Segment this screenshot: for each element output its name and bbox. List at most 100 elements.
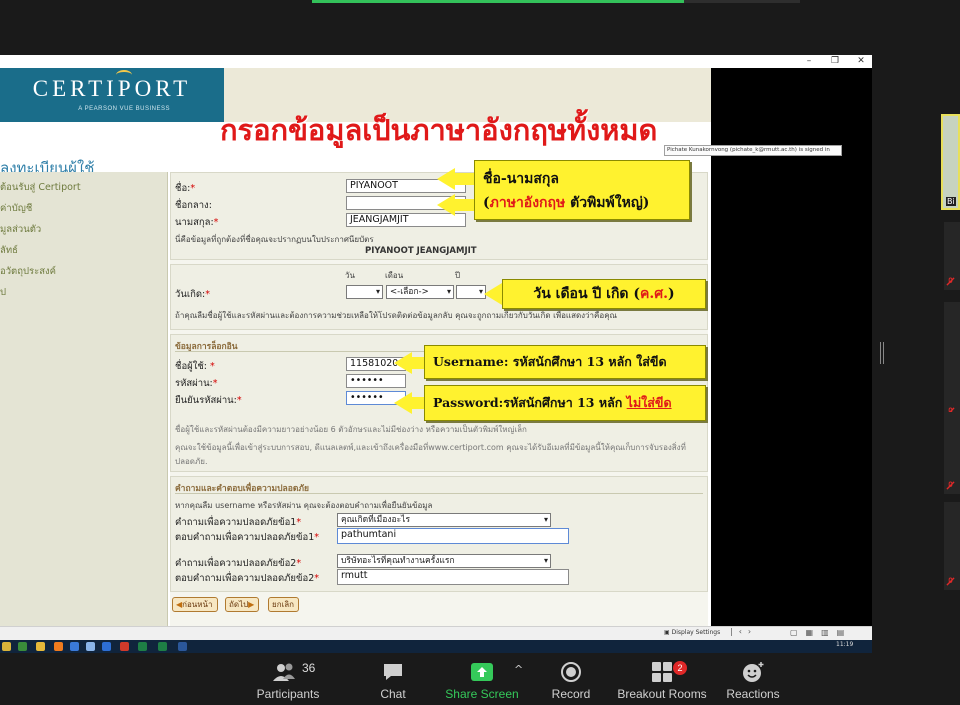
year-select[interactable]: ▾ <box>456 285 486 299</box>
chat-icon <box>343 661 443 683</box>
taskbar-app-icon[interactable] <box>54 642 63 651</box>
password-label: รหัสผ่าน:* <box>175 378 218 389</box>
share-screen-button[interactable]: Share Screen <box>432 653 532 701</box>
month-header: เดือน <box>385 271 404 280</box>
taskbar-app-icon[interactable] <box>158 642 167 651</box>
sidebar: ต้อนรับสู่ Certiport ค่าบัญชี มูลส่วนตัว… <box>0 172 168 626</box>
chat-label: Chat <box>380 687 406 701</box>
display-settings-link[interactable]: ▣ Display Settings <box>664 629 720 636</box>
sidebar-item-rights[interactable]: ลัทธ์ <box>0 243 18 258</box>
login-note-3: ปลอดภัย. <box>175 457 208 466</box>
chevron-down-icon: ▾ <box>478 287 483 296</box>
day-select[interactable]: ▾ <box>346 285 383 299</box>
birthdate-label: วันเกิด:* <box>175 289 210 300</box>
password-field[interactable]: •••••• <box>346 374 406 388</box>
registration-page: CERTIPORT A PEARSON VUE BUSINESS กรอกข้อ… <box>0 68 711 626</box>
participant-thumbnail[interactable]: Bi <box>941 114 960 210</box>
taskbar-folder-icon[interactable] <box>36 642 45 651</box>
participants-icon: 36 <box>238 661 338 683</box>
question-1-select[interactable]: คุณเกิดที่เมืองอะไร ▾ <box>337 513 551 527</box>
chevron-down-icon: ▾ <box>543 515 548 524</box>
certiport-logo[interactable]: CERTIPORT A PEARSON VUE BUSINESS <box>0 68 224 122</box>
confirm-password-label: ยืนยันรหัสผ่าน:* <box>175 395 242 406</box>
participant-tile[interactable] <box>944 502 960 590</box>
sidebar-item-account[interactable]: ค่าบัญชี <box>0 201 32 216</box>
arrow-right-icon: ▶ <box>248 600 255 609</box>
taskbar-app-icon[interactable] <box>18 642 27 651</box>
next-button[interactable]: ถัดไป ▶ <box>225 597 260 612</box>
certificate-name-note: นี่คือข้อมูลที่ถูกต้องที่ชื่อคุณจะปรากฏบ… <box>175 235 374 244</box>
participant-tile[interactable] <box>944 222 960 290</box>
cancel-button[interactable]: ยกเลิก <box>268 597 300 612</box>
browser-status-bar: ▣ Display Settings |‹› ▢▦▥▤ <box>0 626 872 640</box>
sidebar-item-welcome[interactable]: ต้อนรับสู่ Certiport <box>0 180 81 195</box>
callout-arrow-icon <box>394 392 412 414</box>
signed-in-tooltip: Pichate Kunakornvong (pichate_k@rmutt.ac… <box>664 145 842 156</box>
callout-arrow-icon <box>484 283 502 305</box>
callout-arrow-stem <box>454 173 474 185</box>
breakout-badge: 2 <box>673 661 687 675</box>
taskbar-app-icon[interactable] <box>102 642 111 651</box>
view-mode-icons[interactable]: ▢▦▥▤ <box>790 628 852 637</box>
participants-button[interactable]: 36 Participants <box>238 653 338 701</box>
taskbar-word-icon[interactable] <box>178 642 187 651</box>
callout-arrow-icon <box>394 352 412 374</box>
record-label: Record <box>551 687 591 701</box>
answer-1-field[interactable]: pathumtani <box>337 528 569 544</box>
mic-off-icon <box>946 481 955 490</box>
login-note-1: ชื่อผู้ใช้และรหัสผ่านต้องมีความยาวอย่างน… <box>175 425 527 434</box>
participant-tile[interactable] <box>944 352 960 420</box>
participant-tile[interactable] <box>944 432 960 494</box>
participant-name: Bi <box>946 197 956 206</box>
sidebar-item-purpose[interactable]: อวัตถุประสงค์ <box>0 264 56 279</box>
splitter-handle[interactable] <box>880 342 884 364</box>
close-button[interactable]: ✕ <box>856 55 866 67</box>
callout-arrow-stem <box>454 199 474 211</box>
breakout-rooms-button[interactable]: 2 Breakout Rooms <box>612 653 712 701</box>
callout-arrow-stem <box>411 357 425 369</box>
chat-button[interactable]: Chat <box>343 653 443 701</box>
taskbar-app-icon[interactable] <box>2 642 11 651</box>
birthdate-note: ถ้าคุณลืมชื่อผู้ใช้และรหัสผ่านและต้องการ… <box>175 311 617 320</box>
last-name-label: นามสกุล:* <box>175 217 219 228</box>
logo-text: CERTIPORT <box>32 76 192 101</box>
mic-off-icon <box>946 277 955 286</box>
share-indicator-green <box>312 0 684 3</box>
restore-button[interactable]: ❐ <box>830 55 840 67</box>
reactions-button[interactable]: Reactions <box>703 653 803 701</box>
sidebar-item-personal[interactable]: มูลส่วนตัว <box>0 222 41 237</box>
month-select[interactable]: <-เลือก-> ▾ <box>386 285 454 299</box>
windows-taskbar: 11:19 <box>0 640 872 653</box>
logo-subtitle: A PEARSON VUE BUSINESS <box>78 106 170 112</box>
question-1-label: คำถามเพื่อความปลอดภัยข้อ1* <box>175 517 302 528</box>
minimize-button[interactable]: – <box>804 55 814 67</box>
breakout-rooms-label: Breakout Rooms <box>617 687 707 701</box>
answer-2-field[interactable]: rmutt <box>337 569 569 585</box>
question-2-select[interactable]: บริษัทอะไรที่คุณทำงานครั้งแรก ▾ <box>337 554 551 568</box>
back-button[interactable]: ◀ ก่อนหน้า <box>172 597 218 612</box>
first-name-label: ชื่อ:* <box>175 183 196 194</box>
name-callout-line1: ชื่อ-นามสกุล <box>483 171 559 187</box>
chevron-down-icon: ▾ <box>375 287 380 296</box>
share-indicator-bar <box>312 0 800 3</box>
sidebar-item-last[interactable]: ป <box>0 285 6 300</box>
reactions-label: Reactions <box>726 687 780 701</box>
chevron-down-icon: ▾ <box>543 556 548 565</box>
security-note: หากคุณลืม username หรือรหัสผ่าน คุณจะต้อ… <box>175 501 433 510</box>
clock: 11:19 <box>836 641 854 648</box>
name-callout-line2: (ภาษาอังกฤษ ตัวพิมพ์ใหญ่) <box>483 195 650 211</box>
security-section: คำถามและคำตอบเพื่อความปลอดภัย หากคุณลืม … <box>170 476 708 592</box>
status-nav-icons[interactable]: |‹› <box>730 627 757 636</box>
record-button[interactable]: Record <box>521 653 621 701</box>
chevron-down-icon: ▾ <box>446 287 451 296</box>
password-callout: Password:รหัสนักศึกษา 13 หลัก ไม่ใส่ขีด <box>424 385 706 421</box>
taskbar-app-icon[interactable] <box>70 642 79 651</box>
participants-label: Participants <box>256 687 320 701</box>
breakout-rooms-icon <box>612 661 712 683</box>
taskbar-app-icon[interactable] <box>120 642 129 651</box>
taskbar-app-icon[interactable] <box>86 642 95 651</box>
callout-arrow-stem <box>411 397 425 409</box>
question-2-label: คำถามเพื่อความปลอดภัยข้อ2* <box>175 558 302 569</box>
taskbar-excel-icon[interactable] <box>138 642 147 651</box>
participants-count: 36 <box>302 661 316 675</box>
